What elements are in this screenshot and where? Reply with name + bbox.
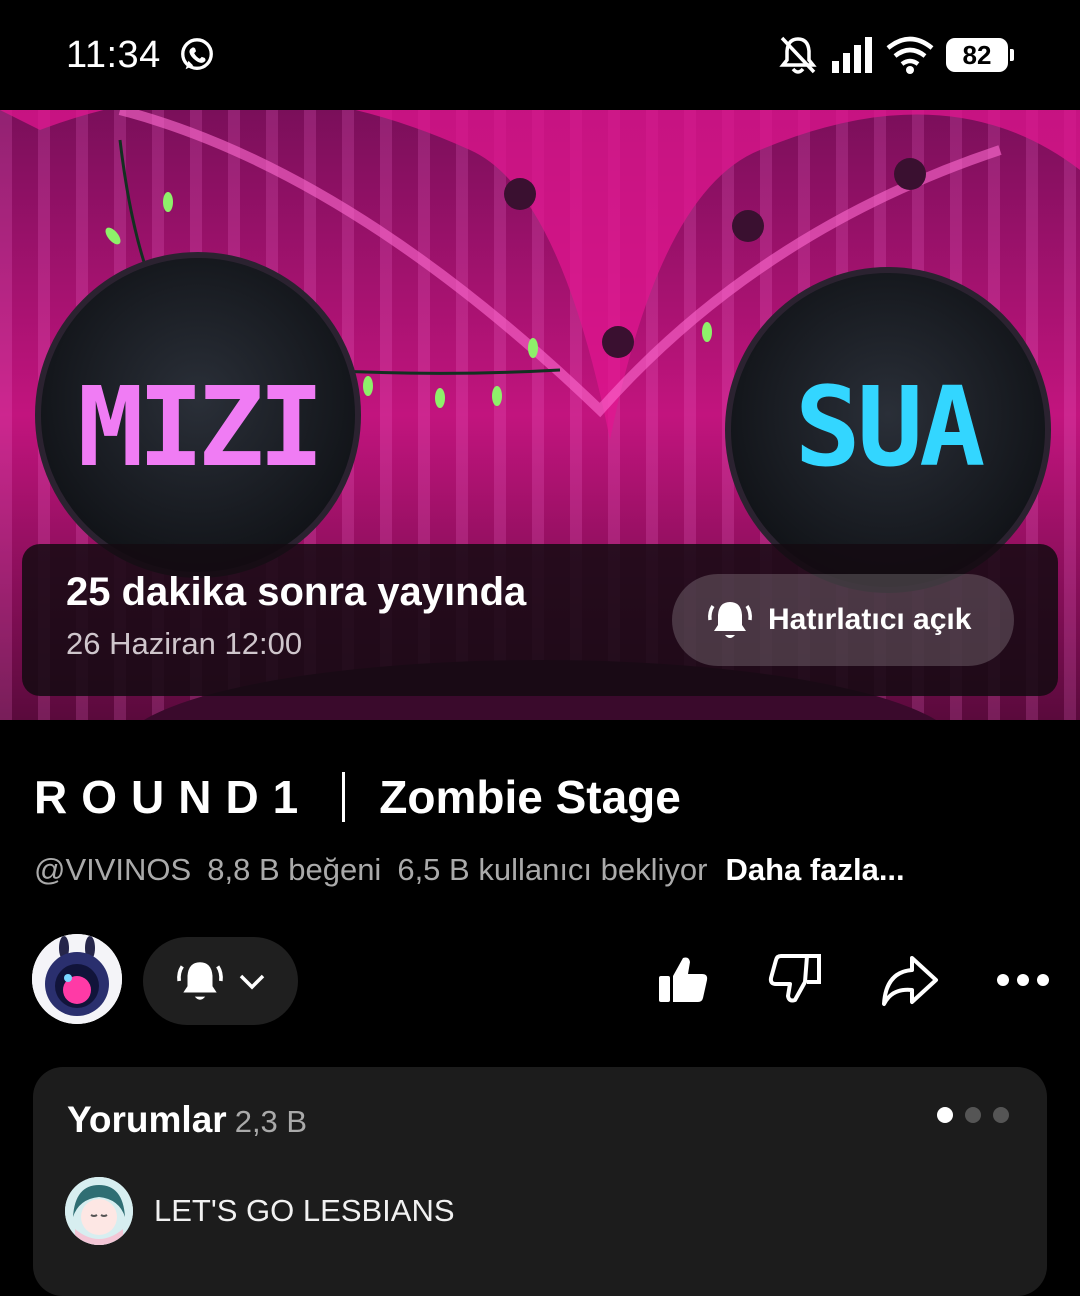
premiere-date: 26 Haziran 12:00 [66,626,303,661]
comments-card[interactable]: Yorumlar 2,3 B LET'S GO LESBIANS [33,1067,1047,1296]
top-comment-text: LET'S GO LESBIANS [154,1193,455,1228]
comments-title: Yorumlar [67,1099,227,1140]
comments-header: Yorumlar 2,3 B [67,1099,307,1141]
more-options-button[interactable] [988,945,1058,1015]
battery-icon: 82 [946,38,1014,72]
wifi-icon [886,36,934,74]
video-player[interactable]: MIZI SUA 25 dakika sonra yayında 26 Hazi… [0,110,1080,720]
commenter-avatar [65,1177,133,1245]
chevron-down-icon [239,974,264,990]
whatsapp-icon [181,38,213,70]
like-icon [659,957,708,1002]
left-sign-text: MIZI [78,363,319,491]
share-button[interactable] [874,945,944,1015]
premiere-countdown: 25 dakika sonra yayında [66,570,527,614]
video-title-round: ROUND1 [34,771,313,823]
page-dot [937,1107,953,1123]
status-icons: 82 [778,30,1014,80]
comments-count: 2,3 B [234,1104,308,1139]
astronaut-avatar-image [32,934,122,1024]
anime-avatar-image [65,1177,133,1245]
signal-icon [832,37,872,73]
share-icon [882,956,938,1006]
page-dots [937,1107,1009,1123]
status-bar: 11:34 82 [0,0,1080,110]
channel-handle[interactable]: @VIVINOS [34,852,191,888]
upcoming-stream-card: 25 dakika sonra yayında 26 Haziran 12:00… [22,544,1058,696]
right-sign-text: SUA [795,363,984,491]
subscription-bell-button[interactable] [143,937,298,1025]
reminder-label: Hatırlatıcı açık [768,603,972,636]
video-title: ROUND1 Zombie Stage [34,770,681,824]
waiting-count: 6,5 B kullanıcı bekliyor [397,852,708,887]
more-link[interactable]: Daha fazla... [725,852,904,888]
bell-icon [176,962,223,1000]
bell-muted-icon [779,36,817,74]
bell-ringing-icon [708,602,752,638]
channel-avatar[interactable] [32,934,122,1024]
dislike-button[interactable] [762,945,832,1015]
status-time: 11:34 [66,34,161,76]
title-divider [342,772,346,822]
page-dot [965,1107,981,1123]
video-meta[interactable]: @VIVINOS 8,8 B beğeni 6,5 B kullanıcı be… [34,852,905,888]
video-title-stage: Zombie Stage [379,771,681,823]
more-icon [997,974,1049,986]
reminder-button[interactable]: Hatırlatıcı açık [672,574,1014,666]
like-count: 8,8 B beğeni [207,852,382,887]
dislike-icon [768,954,821,1003]
page-dot [993,1107,1009,1123]
like-button[interactable] [648,945,718,1015]
